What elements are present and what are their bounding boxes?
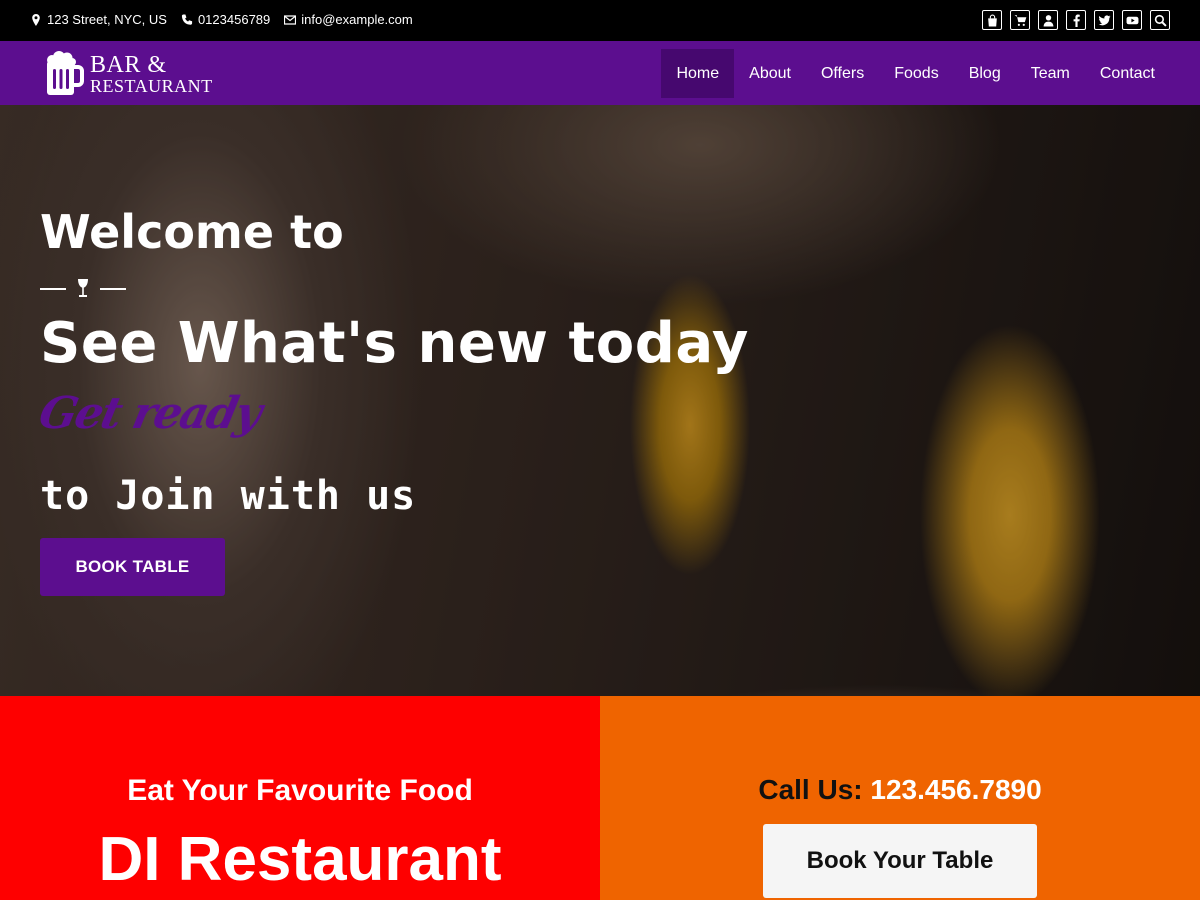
nav-item-team[interactable]: Team bbox=[1016, 49, 1085, 98]
logo-text: BAR & RESTAURANT bbox=[90, 53, 213, 95]
hero-script-text: Get ready bbox=[34, 388, 265, 439]
nav-item-foods[interactable]: Foods bbox=[879, 49, 953, 98]
cart-icon[interactable] bbox=[1010, 10, 1030, 30]
shopping-bag-icon[interactable] bbox=[982, 10, 1002, 30]
promo-panel: Eat Your Favourite Food DI Restaurant bbox=[0, 696, 600, 900]
beer-mug-icon bbox=[47, 51, 84, 95]
wine-glass-icon bbox=[78, 279, 88, 297]
nav-item-home[interactable]: Home bbox=[661, 49, 735, 98]
search-icon[interactable] bbox=[1150, 10, 1170, 30]
call-number[interactable]: 123.456.7890 bbox=[870, 774, 1041, 805]
call-us: Call Us: 123.456.7890 bbox=[600, 774, 1200, 806]
map-marker-icon bbox=[32, 13, 40, 26]
address-item: 123 Street, NYC, US bbox=[30, 12, 167, 27]
call-panel: Call Us: 123.456.7890 Book Your Table bbox=[600, 696, 1200, 900]
call-label: Call Us: bbox=[758, 774, 863, 805]
book-table-button[interactable]: BOOK TABLE bbox=[40, 538, 225, 596]
logo-line-2: RESTAURANT bbox=[90, 76, 213, 96]
nav-item-offers[interactable]: Offers bbox=[806, 49, 879, 98]
nav-item-blog[interactable]: Blog bbox=[954, 49, 1016, 98]
hero-welcome: Welcome to bbox=[40, 205, 344, 259]
divider-line-left bbox=[40, 288, 66, 290]
twitter-icon[interactable] bbox=[1094, 10, 1114, 30]
nav-item-about[interactable]: About bbox=[734, 49, 806, 98]
phone-item[interactable]: 0123456789 bbox=[181, 12, 270, 27]
top-icons bbox=[982, 10, 1170, 30]
book-your-table-button[interactable]: Book Your Table bbox=[763, 824, 1037, 898]
nav-menu: Home About Offers Foods Blog Team Contac… bbox=[661, 49, 1170, 98]
promo-title: DI Restaurant bbox=[98, 825, 502, 894]
hero-divider bbox=[40, 279, 126, 299]
envelope-icon bbox=[284, 14, 297, 25]
youtube-icon[interactable] bbox=[1122, 10, 1142, 30]
contact-info: 123 Street, NYC, US 0123456789 info@exam… bbox=[30, 12, 413, 27]
top-bar: 123 Street, NYC, US 0123456789 info@exam… bbox=[0, 0, 1200, 41]
nav-item-contact[interactable]: Contact bbox=[1085, 49, 1170, 98]
phone-text: 0123456789 bbox=[197, 12, 271, 27]
user-icon[interactable] bbox=[1038, 10, 1058, 30]
facebook-icon[interactable] bbox=[1066, 10, 1086, 30]
email-text: info@example.com bbox=[301, 12, 413, 27]
promo-subtitle: Eat Your Favourite Food bbox=[127, 774, 473, 807]
hero-banner: Welcome to See What's new today Get read… bbox=[0, 105, 1200, 696]
phone-icon bbox=[181, 14, 193, 25]
hero-join-text: to Join with us bbox=[40, 473, 417, 519]
logo-line-1: BAR & bbox=[90, 52, 167, 78]
email-item[interactable]: info@example.com bbox=[284, 12, 413, 27]
divider-line-right bbox=[100, 288, 126, 290]
main-navbar: BAR & RESTAURANT Home About Offers Foods… bbox=[0, 41, 1200, 105]
site-logo[interactable]: BAR & RESTAURANT bbox=[44, 51, 213, 97]
hero-headline: See What's new today bbox=[40, 311, 749, 376]
address-text: 123 Street, NYC, US bbox=[47, 12, 167, 27]
